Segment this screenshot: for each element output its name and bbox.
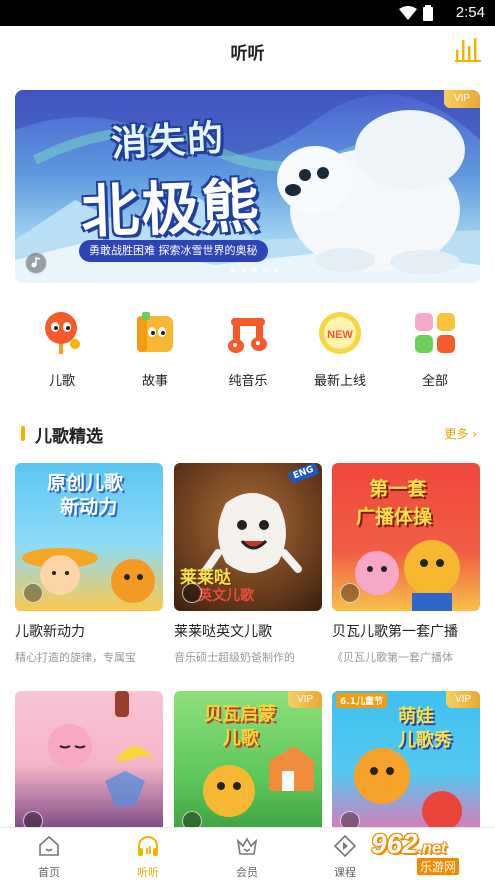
album-desc: 音乐硕士超级奶爸制作的 [174, 651, 295, 664]
crown-icon [236, 837, 258, 855]
pagination-dot[interactable] [230, 267, 235, 272]
category-row: 儿歌 故事 纯音乐 NEW 最新上线 全部 [0, 310, 495, 390]
album-name: 贝瓦儿歌第一套广播 [332, 624, 458, 640]
category-label: 故事 [141, 374, 168, 389]
equalizer-icon[interactable] [455, 36, 481, 62]
play-icon[interactable] [182, 583, 202, 603]
album-name: 儿歌新动力 [15, 624, 85, 640]
tab-label: 会员 [236, 866, 258, 879]
album-cover[interactable]: 第一套 广播体操 [332, 463, 480, 611]
pagination-dot[interactable] [263, 267, 268, 272]
page-title: 听听 [230, 44, 265, 64]
album-card[interactable]: 贝瓦启蒙 儿歌 VIP [174, 691, 322, 839]
vip-badge: VIP [288, 691, 322, 708]
section-title: 儿歌精选 [35, 427, 103, 447]
category-all[interactable]: 全部 [395, 310, 475, 389]
tab-listen[interactable]: 听听 [113, 834, 183, 880]
cover-title: 第一套 广播体操 [356, 478, 433, 528]
play-icon[interactable] [340, 583, 360, 603]
chevron-right-icon: › [468, 427, 477, 441]
tab-label: 听听 [137, 866, 159, 879]
album-card[interactable]: 第一套 广播体操 贝瓦儿歌第一套广播 《贝瓦儿歌第一套广播体 [332, 463, 480, 665]
watermark-number: 962.net [371, 828, 447, 859]
album-card[interactable]: 6.1儿童节 萌娃 儿歌秀 VIP [332, 691, 480, 839]
pagination-dot-active[interactable] [252, 267, 257, 272]
status-time: 2:54 [455, 4, 485, 21]
svg-text:NEW: NEW [327, 329, 353, 341]
album-desc: 精心打造的旋律，专属宝 [15, 651, 136, 664]
tab-membership[interactable]: 会员 [212, 834, 282, 880]
pagination-dot[interactable] [241, 267, 246, 272]
banner-subtitle: 勇敢战胜困难 探索冰雪世界的奥秘 [79, 240, 268, 262]
site-watermark: 962.net 乐游网 [357, 828, 487, 875]
featured-banner[interactable]: 消失的 北极熊 勇敢战胜困难 探索冰雪世界的奥秘 VIP [15, 90, 480, 283]
pagination-dot[interactable] [274, 267, 279, 272]
album-cover[interactable] [15, 691, 163, 839]
category-label: 最新上线 [313, 374, 366, 389]
home-icon [39, 835, 59, 856]
album-desc: 《贝瓦儿歌第一套广播体 [332, 651, 453, 664]
music-note-icon [228, 318, 267, 353]
category-label: 全部 [421, 374, 448, 389]
tab-label: 首页 [38, 866, 60, 879]
grid-icon [415, 313, 455, 353]
tab-home[interactable]: 首页 [14, 834, 84, 880]
cover-title: 贝瓦启蒙 儿歌 [204, 704, 276, 749]
festival-badge: 6.1儿童节 [336, 693, 387, 708]
album-cover[interactable]: 6.1儿童节 萌娃 儿歌秀 VIP [332, 691, 480, 839]
new-badge-icon: NEW [319, 312, 361, 354]
vip-badge: VIP [446, 691, 480, 708]
album-name: 莱莱哒英文儿歌 [174, 624, 272, 640]
category-stories[interactable]: 故事 [115, 310, 195, 389]
status-bar: 2:54 [0, 0, 495, 26]
book-mascot-icon [137, 312, 173, 352]
wifi-icon [399, 6, 417, 20]
vip-badge: VIP [444, 90, 480, 108]
cover-title: 原创儿歌 新动力 [47, 472, 124, 518]
album-cover[interactable]: 贝瓦启蒙 儿歌 VIP [174, 691, 322, 839]
album-cover[interactable]: 原创儿歌 新动力 [15, 463, 163, 611]
album-card[interactable]: 原创儿歌 新动力 儿歌新动力 精心打造的旋律，专属宝 [15, 463, 163, 665]
section-header: 儿歌精选 更多 › [0, 418, 495, 448]
cover-title: 萌娃 儿歌秀 [398, 706, 452, 751]
banner-title-line1: 消失的 [110, 118, 227, 165]
category-label: 儿歌 [48, 374, 75, 389]
play-icon[interactable] [23, 583, 43, 603]
play-icon[interactable] [25, 252, 47, 274]
watermark-site: 乐游网 [417, 858, 460, 875]
status-icons [399, 5, 433, 21]
section-accent-bar [21, 426, 25, 441]
battery-icon [423, 5, 433, 21]
category-children-songs[interactable]: 儿歌 [22, 310, 102, 389]
cover-subtitle: 英文儿歌 [198, 588, 254, 604]
category-new-releases[interactable]: NEW 最新上线 [300, 310, 380, 389]
play-diamond-icon [333, 834, 357, 858]
more-link[interactable]: 更多 › [444, 425, 477, 442]
album-card[interactable]: 莱莱哒 英文儿歌 ENG 莱莱哒英文儿歌 音乐硕士超级奶爸制作的 [174, 463, 322, 665]
category-pure-music[interactable]: 纯音乐 [208, 310, 288, 389]
banner-title-line2: 北极熊 [80, 171, 263, 247]
album-cover[interactable]: 莱莱哒 英文儿歌 ENG [174, 463, 322, 611]
top-header: 听听 [0, 26, 495, 74]
album-card[interactable] [15, 691, 163, 839]
category-label: 纯音乐 [228, 374, 268, 389]
lollipop-mascot-icon [45, 312, 80, 354]
headphones-icon [138, 836, 158, 856]
banner-pagination [230, 267, 279, 272]
